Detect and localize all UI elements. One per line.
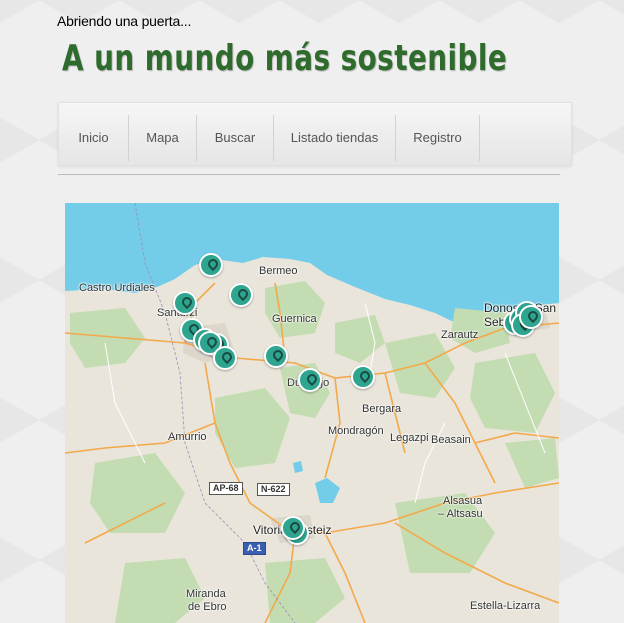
map-marker[interactable] — [519, 305, 543, 329]
road-shield-n622: N-622 — [257, 483, 290, 496]
place-label-alsasua: Alsasua — [443, 495, 483, 507]
store-map[interactable]: Castro Urdiales Bermeo Santurzi Guernica… — [65, 203, 559, 623]
map-base — [65, 203, 559, 623]
map-marker[interactable] — [351, 365, 375, 389]
map-marker[interactable] — [298, 368, 322, 392]
place-label-bergara: Bergara — [362, 403, 402, 415]
main-nav: Inicio Mapa Buscar Listado tiendas Regis… — [58, 102, 572, 166]
map-marker[interactable] — [264, 344, 288, 368]
map-marker[interactable] — [199, 253, 223, 277]
map-marker[interactable] — [229, 283, 253, 307]
place-label-legazpi: Legazpi — [390, 432, 429, 444]
nav-item-inicio[interactable]: Inicio — [59, 115, 129, 161]
site-title: A un mundo más sostenible — [62, 38, 508, 79]
header-divider — [58, 174, 560, 175]
reservoir — [293, 461, 303, 473]
nav-item-registro[interactable]: Registro — [396, 115, 480, 161]
forest-areas — [70, 281, 559, 623]
nav-item-mapa[interactable]: Mapa — [129, 115, 197, 161]
place-label-beasain: Beasain — [431, 434, 471, 446]
nav-item-listado-tiendas[interactable]: Listado tiendas — [274, 115, 396, 161]
place-label-miranda: Miranda — [186, 588, 226, 600]
place-label-bermeo: Bermeo — [259, 265, 298, 277]
road-shield-a1: A-1 — [243, 542, 266, 555]
place-label-mondragon: Mondragón — [328, 425, 384, 437]
road-shield-ap68: AP-68 — [209, 482, 243, 495]
map-marker[interactable] — [281, 516, 305, 540]
map-marker[interactable] — [213, 346, 237, 370]
place-label-de-ebro: de Ebro — [188, 601, 227, 613]
tagline: Abriendo una puerta... — [57, 13, 192, 29]
place-label-zarautz: Zarautz — [441, 329, 479, 341]
place-label-castro-urdiales: Castro Urdiales — [79, 282, 155, 294]
reservoir — [315, 478, 340, 503]
place-label-altsasu: – Altsasu — [438, 508, 483, 520]
place-label-estella: Estella-Lizarra — [470, 600, 541, 612]
place-label-amurrio: Amurrio — [168, 431, 207, 443]
map-marker[interactable] — [173, 291, 197, 315]
place-label-guernica: Guernica — [272, 313, 317, 325]
nav-item-buscar[interactable]: Buscar — [197, 115, 274, 161]
